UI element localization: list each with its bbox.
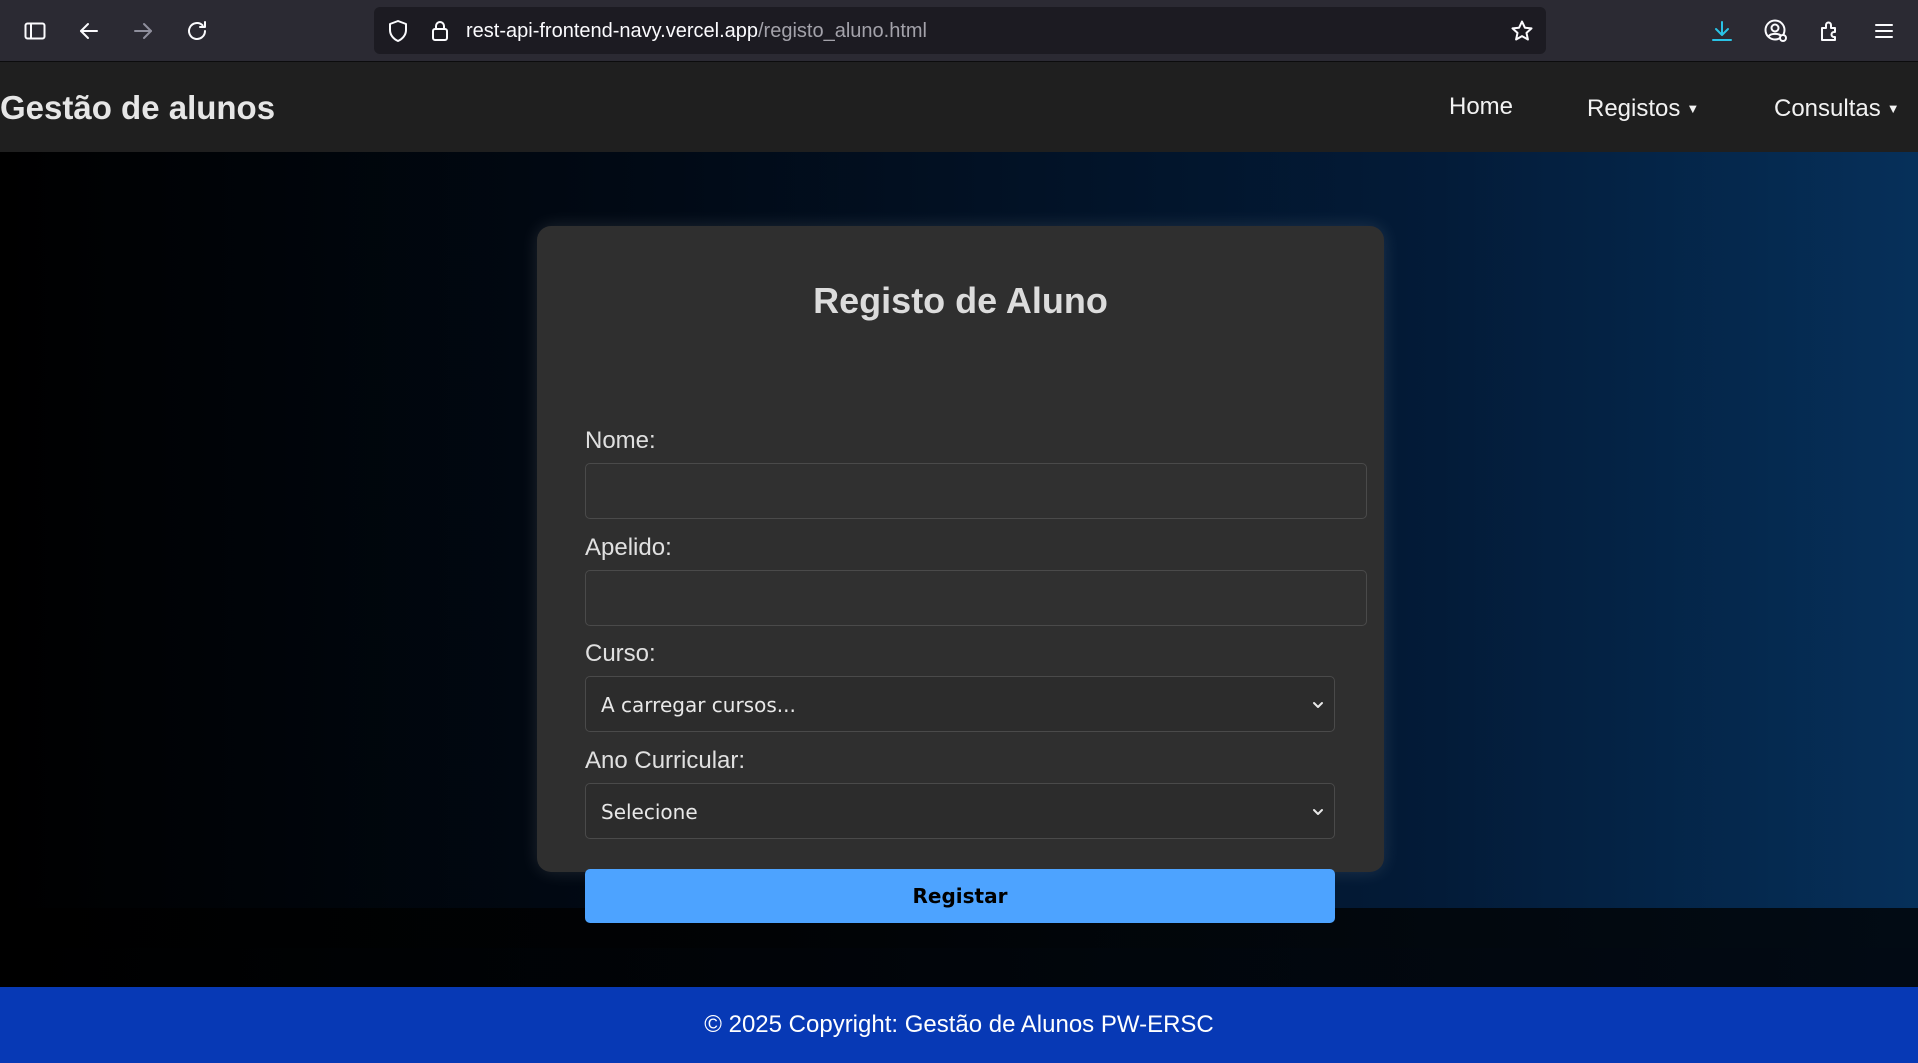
footer-copyright: © 2025 Copyright: Gestão de Alunos PW-ER… bbox=[704, 1011, 1214, 1038]
nav-registos-label: Registos bbox=[1587, 95, 1681, 122]
browser-toolbar: rest-api-frontend-navy.vercel.app/regist… bbox=[0, 0, 1918, 62]
forward-button[interactable] bbox=[125, 13, 161, 49]
nome-input[interactable] bbox=[585, 463, 1367, 519]
nav-registos-dropdown[interactable]: Registos ▼ bbox=[1587, 94, 1699, 124]
main-content: Registo de Aluno Nome: Apelido: Curso: A… bbox=[0, 152, 1918, 948]
reload-button[interactable] bbox=[179, 13, 215, 49]
account-icon bbox=[1764, 19, 1787, 42]
ano-curricular-select[interactable]: Selecione bbox=[585, 783, 1335, 839]
extensions-button[interactable] bbox=[1812, 13, 1848, 49]
site-footer: © 2025 Copyright: Gestão de Alunos PW-ER… bbox=[0, 987, 1918, 1063]
forward-arrow-icon bbox=[134, 23, 152, 39]
apelido-label: Apelido: bbox=[585, 534, 672, 561]
nav-home-label: Home bbox=[1449, 93, 1514, 120]
caret-down-icon: ▼ bbox=[1886, 101, 1900, 116]
chevron-down-icon bbox=[1313, 809, 1323, 815]
url-path: /registo_aluno.html bbox=[758, 20, 927, 42]
account-button[interactable] bbox=[1758, 13, 1794, 49]
nav-consultas-label: Consultas bbox=[1774, 95, 1881, 122]
form-title: Registo de Aluno bbox=[813, 280, 1108, 321]
nav-consultas-dropdown[interactable]: Consultas ▼ bbox=[1774, 94, 1900, 124]
sidebar-icon bbox=[24, 22, 46, 40]
caret-down-icon: ▼ bbox=[1686, 101, 1700, 116]
registar-button[interactable]: Registar bbox=[585, 869, 1335, 923]
reload-icon bbox=[188, 21, 206, 40]
back-button[interactable] bbox=[71, 13, 107, 49]
nome-label: Nome: bbox=[585, 427, 656, 454]
shield-icon[interactable] bbox=[386, 19, 410, 43]
address-bar[interactable]: rest-api-frontend-navy.vercel.app/regist… bbox=[374, 7, 1546, 54]
site-brand[interactable]: Gestão de alunos bbox=[0, 89, 275, 127]
app-menu-button[interactable] bbox=[1866, 13, 1902, 49]
download-icon bbox=[1712, 21, 1732, 41]
site-navbar: Gestão de alunos Home Registos ▼ Consulta… bbox=[0, 62, 1918, 152]
registration-form: Registo de Aluno Nome: Apelido: Curso: A… bbox=[537, 226, 1384, 923]
ano-curricular-selected-value: Selecione bbox=[601, 800, 698, 824]
page-gap bbox=[0, 948, 1918, 987]
curso-selected-value: A carregar cursos... bbox=[601, 693, 796, 717]
menu-icon bbox=[1875, 24, 1893, 38]
chevron-down-icon bbox=[1313, 702, 1323, 708]
ano-curricular-label: Ano Curricular: bbox=[585, 747, 746, 774]
star-icon[interactable] bbox=[1510, 19, 1534, 43]
nav-home[interactable]: Home bbox=[1449, 92, 1513, 122]
curso-label: Curso: bbox=[585, 640, 656, 667]
apelido-input[interactable] bbox=[585, 570, 1367, 626]
sidebar-toggle-button[interactable] bbox=[17, 13, 53, 49]
url-host: rest-api-frontend-navy.vercel.app bbox=[466, 20, 758, 42]
curso-select[interactable]: A carregar cursos... bbox=[585, 676, 1335, 732]
url-text[interactable]: rest-api-frontend-navy.vercel.app/regist… bbox=[466, 20, 927, 42]
back-arrow-icon bbox=[80, 23, 98, 39]
extensions-icon bbox=[1821, 21, 1836, 41]
downloads-button[interactable] bbox=[1704, 13, 1740, 49]
lock-icon[interactable] bbox=[428, 19, 452, 43]
